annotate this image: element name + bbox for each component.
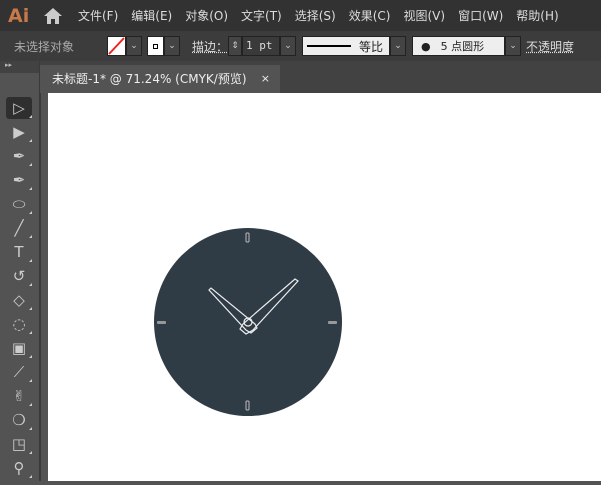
blend-icon: ❍ [12, 411, 26, 429]
menu-edit[interactable]: 编辑(E) [131, 7, 172, 24]
menu-window[interactable]: 窗口(W) [458, 7, 503, 24]
menu-view[interactable]: 视图(V) [403, 7, 445, 24]
stroke-dropdown[interactable]: ⌄ [164, 36, 180, 56]
direct-selection-icon: ▶ [13, 123, 25, 141]
stroke-stepper[interactable]: ⇕ [228, 36, 243, 56]
type-icon: T [14, 243, 24, 261]
type-tool[interactable]: T [6, 241, 32, 263]
artboard-tool[interactable]: ◳ [6, 433, 32, 455]
menu-help[interactable]: 帮助(H) [516, 7, 558, 24]
selection-icon: ▷ [13, 99, 25, 117]
gradient-icon: ▣ [11, 339, 27, 357]
selection-tool[interactable]: ▷ [6, 97, 32, 119]
direct-selection-tool[interactable]: ▶ [6, 121, 32, 143]
panel-collapse-icon[interactable]: ▸▸ [0, 61, 39, 73]
artboard-icon: ◳ [11, 435, 27, 453]
menu-file[interactable]: 文件(F) [78, 7, 118, 24]
eraser-tool[interactable]: ◇ [6, 289, 32, 311]
menu-bar: Ai 文件(F) 编辑(E) 对象(O) 文字(T) 选择(S) 效果(C) 视… [0, 0, 601, 31]
selection-status: 未选择对象 [14, 39, 75, 54]
ellipse-tool[interactable]: ⬭ [6, 193, 32, 215]
fill-swatch[interactable] [107, 36, 126, 56]
clock-face[interactable] [154, 228, 342, 416]
menu-select[interactable]: 选择(S) [295, 7, 336, 24]
tick-3 [328, 321, 337, 324]
menu-object[interactable]: 对象(O) [185, 7, 228, 24]
gradient-tool[interactable]: ▣ [6, 337, 32, 359]
eyedropper-tool[interactable]: ⟋ [6, 361, 32, 383]
pen-icon: ✒ [12, 147, 26, 165]
stroke-label[interactable]: 描边： [192, 38, 228, 55]
rotate-tool[interactable]: ↺ [6, 265, 32, 287]
puppet-warp-icon: ✌ [12, 387, 26, 405]
curvature-icon: ✒ [12, 171, 26, 189]
fill-dropdown[interactable]: ⌄ [126, 36, 142, 56]
pen-tool[interactable]: ✒ [6, 145, 32, 167]
shape-builder-tool[interactable]: ◌ [6, 313, 32, 335]
blend-tool[interactable]: ❍ [6, 409, 32, 431]
control-bar: 未选择对象 ⌄ ⌄ 描边： ⇕ 1 pt ⌄ 等比 ⌄ ● 5 点圆形 ⌄ 不透明… [0, 31, 601, 61]
curvature-tool[interactable]: ✒ [6, 169, 32, 191]
menu-type[interactable]: 文字(T) [241, 7, 282, 24]
clock-artwork[interactable] [48, 93, 601, 481]
home-icon[interactable] [42, 6, 64, 26]
artboard-canvas[interactable] [48, 93, 601, 481]
paintbrush-icon: ╱ [14, 219, 24, 237]
brush-name: 点圆形 [451, 40, 485, 53]
eraser-icon: ◇ [13, 291, 25, 309]
opacity-label[interactable]: 不透明度 [526, 38, 574, 55]
stroke-weight-input[interactable]: 1 pt [242, 36, 281, 56]
document-tab[interactable]: 未标题-1* @ 71.24% (CMYK/预览) × [40, 65, 280, 93]
variable-width-profile[interactable]: 等比 [302, 36, 391, 56]
brush-dropdown[interactable]: ⌄ [505, 36, 522, 56]
close-tab-icon[interactable]: × [261, 65, 270, 93]
brush-definition[interactable]: ● 5 点圆形 [412, 36, 506, 56]
app-logo: Ai [8, 4, 30, 27]
profile-label: 等比 [359, 39, 384, 54]
ellipse-icon: ⬭ [12, 195, 26, 213]
document-tab-bar: 未标题-1* @ 71.24% (CMYK/预览) × [40, 61, 601, 93]
stroke-swatch[interactable] [147, 36, 164, 56]
tab-title: 未标题-1* @ 71.24% (CMYK/预览) [52, 72, 247, 86]
eyedropper-icon: ⟋ [13, 363, 25, 381]
zoom-tool[interactable]: ⚲ [6, 457, 32, 479]
tick-9 [157, 321, 166, 324]
paintbrush-tool[interactable]: ╱ [6, 217, 32, 239]
brush-size: 5 [440, 39, 448, 53]
panel-divider [40, 93, 48, 481]
puppet-warp-tool[interactable]: ✌ [6, 385, 32, 407]
shape-builder-icon: ◌ [12, 315, 26, 333]
profile-dropdown[interactable]: ⌄ [390, 36, 407, 56]
rotate-icon: ↺ [12, 267, 26, 285]
zoom-icon: ⚲ [13, 459, 25, 477]
stroke-weight-dropdown[interactable]: ⌄ [280, 36, 297, 56]
menu-effect[interactable]: 效果(C) [349, 7, 391, 24]
